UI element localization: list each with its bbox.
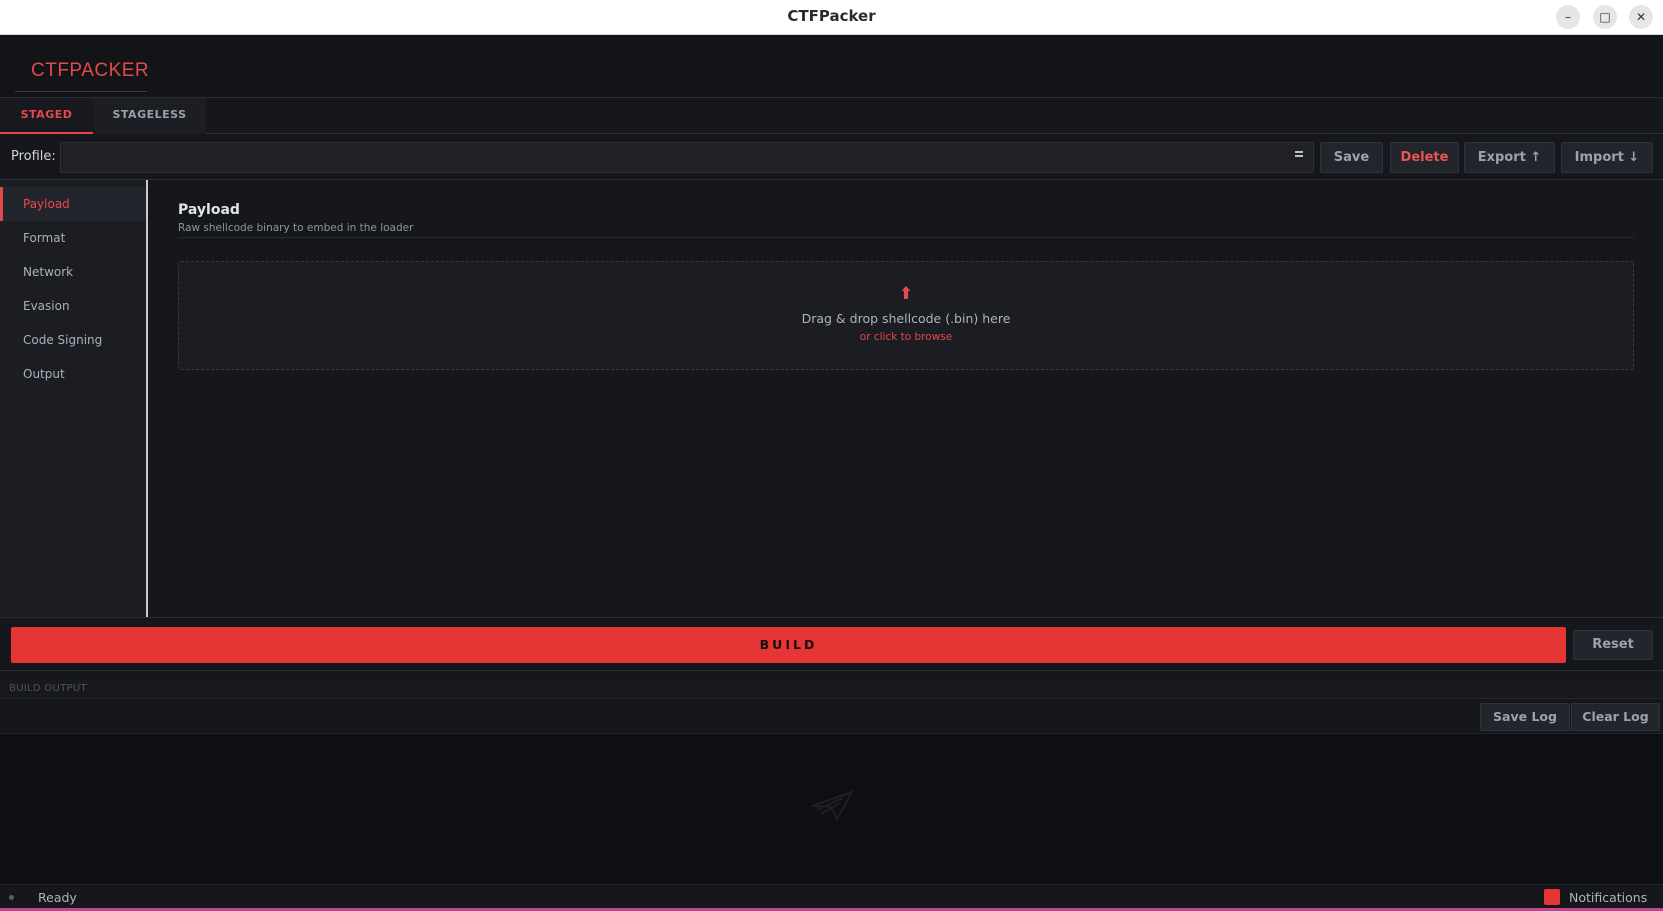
maximize-button[interactable]: □: [1593, 5, 1617, 29]
profile-label: Profile:: [11, 149, 56, 164]
browse-link[interactable]: or click to browse: [179, 331, 1633, 343]
section-divider: [178, 237, 1634, 238]
tab-staged[interactable]: STAGED: [0, 98, 93, 134]
payload-panel: Payload Raw shellcode binary to embed in…: [150, 180, 1663, 617]
log-toolbar: Save Log Clear Log: [0, 699, 1663, 734]
logo-text: CTFPACKER: [31, 59, 150, 81]
window-title-bar: CTFPacker – □ ✕: [0, 0, 1663, 35]
notifications-label[interactable]: Notifications: [1569, 890, 1647, 905]
status-bar: Ready Notifications: [0, 884, 1663, 908]
upload-arrow-icon: ⬆: [898, 284, 914, 304]
profile-select[interactable]: [60, 142, 1314, 173]
header-menu-icon[interactable]: · · ·: [1618, 59, 1635, 72]
sidebar-item-evasion[interactable]: Evasion: [0, 289, 146, 323]
app-header: CTFPACKER · · ·: [0, 35, 1663, 98]
section-title: Payload: [178, 202, 240, 218]
notifications-icon[interactable]: [1544, 889, 1560, 905]
reset-button[interactable]: Reset: [1573, 630, 1653, 660]
build-output-header: BUILD OUTPUT: [0, 678, 1663, 699]
mode-tabs: STAGED STAGELESS: [0, 98, 1663, 134]
status-text: Ready: [38, 890, 77, 905]
save-profile-button[interactable]: Save: [1320, 142, 1383, 173]
status-dot-icon: [9, 895, 14, 900]
delete-profile-button[interactable]: Delete: [1390, 142, 1459, 173]
build-bar: BUILD Reset: [0, 617, 1663, 671]
tab-stageless[interactable]: STAGELESS: [93, 98, 206, 134]
sidebar-item-output[interactable]: Output: [0, 357, 146, 391]
section-subtitle: Raw shellcode binary to embed in the loa…: [178, 222, 414, 234]
profile-row: Profile: Save Delete Export ↑ Import ↓: [0, 134, 1663, 180]
build-button[interactable]: BUILD: [11, 627, 1566, 663]
import-profile-button[interactable]: Import ↓: [1561, 142, 1653, 173]
sidebar-item-network[interactable]: Network: [0, 255, 146, 289]
app-logo: CTFPACKER: [15, 50, 150, 92]
dropzone-text: Drag & drop shellcode (.bin) here: [801, 311, 1011, 326]
sidebar-item-payload[interactable]: Payload: [0, 187, 146, 221]
shellcode-dropzone[interactable]: ⬆ Drag & drop shellcode (.bin) here or c…: [178, 261, 1634, 370]
minimize-button[interactable]: –: [1556, 5, 1580, 29]
clear-log-button[interactable]: Clear Log: [1571, 703, 1660, 731]
sidebar: Payload Format Network Evasion Code Sign…: [0, 180, 148, 617]
build-output-label: BUILD OUTPUT: [9, 683, 87, 694]
dropdown-icon: [1295, 151, 1303, 157]
build-log-area[interactable]: [0, 734, 1663, 884]
close-button[interactable]: ✕: [1629, 5, 1653, 29]
sidebar-item-format[interactable]: Format: [0, 221, 146, 255]
save-log-button[interactable]: Save Log: [1480, 703, 1570, 731]
window-title: CTFPacker: [787, 7, 876, 25]
sidebar-item-code-signing[interactable]: Code Signing: [0, 323, 146, 357]
logo-watermark-icon: [811, 790, 854, 822]
export-profile-button[interactable]: Export ↑: [1464, 142, 1555, 173]
